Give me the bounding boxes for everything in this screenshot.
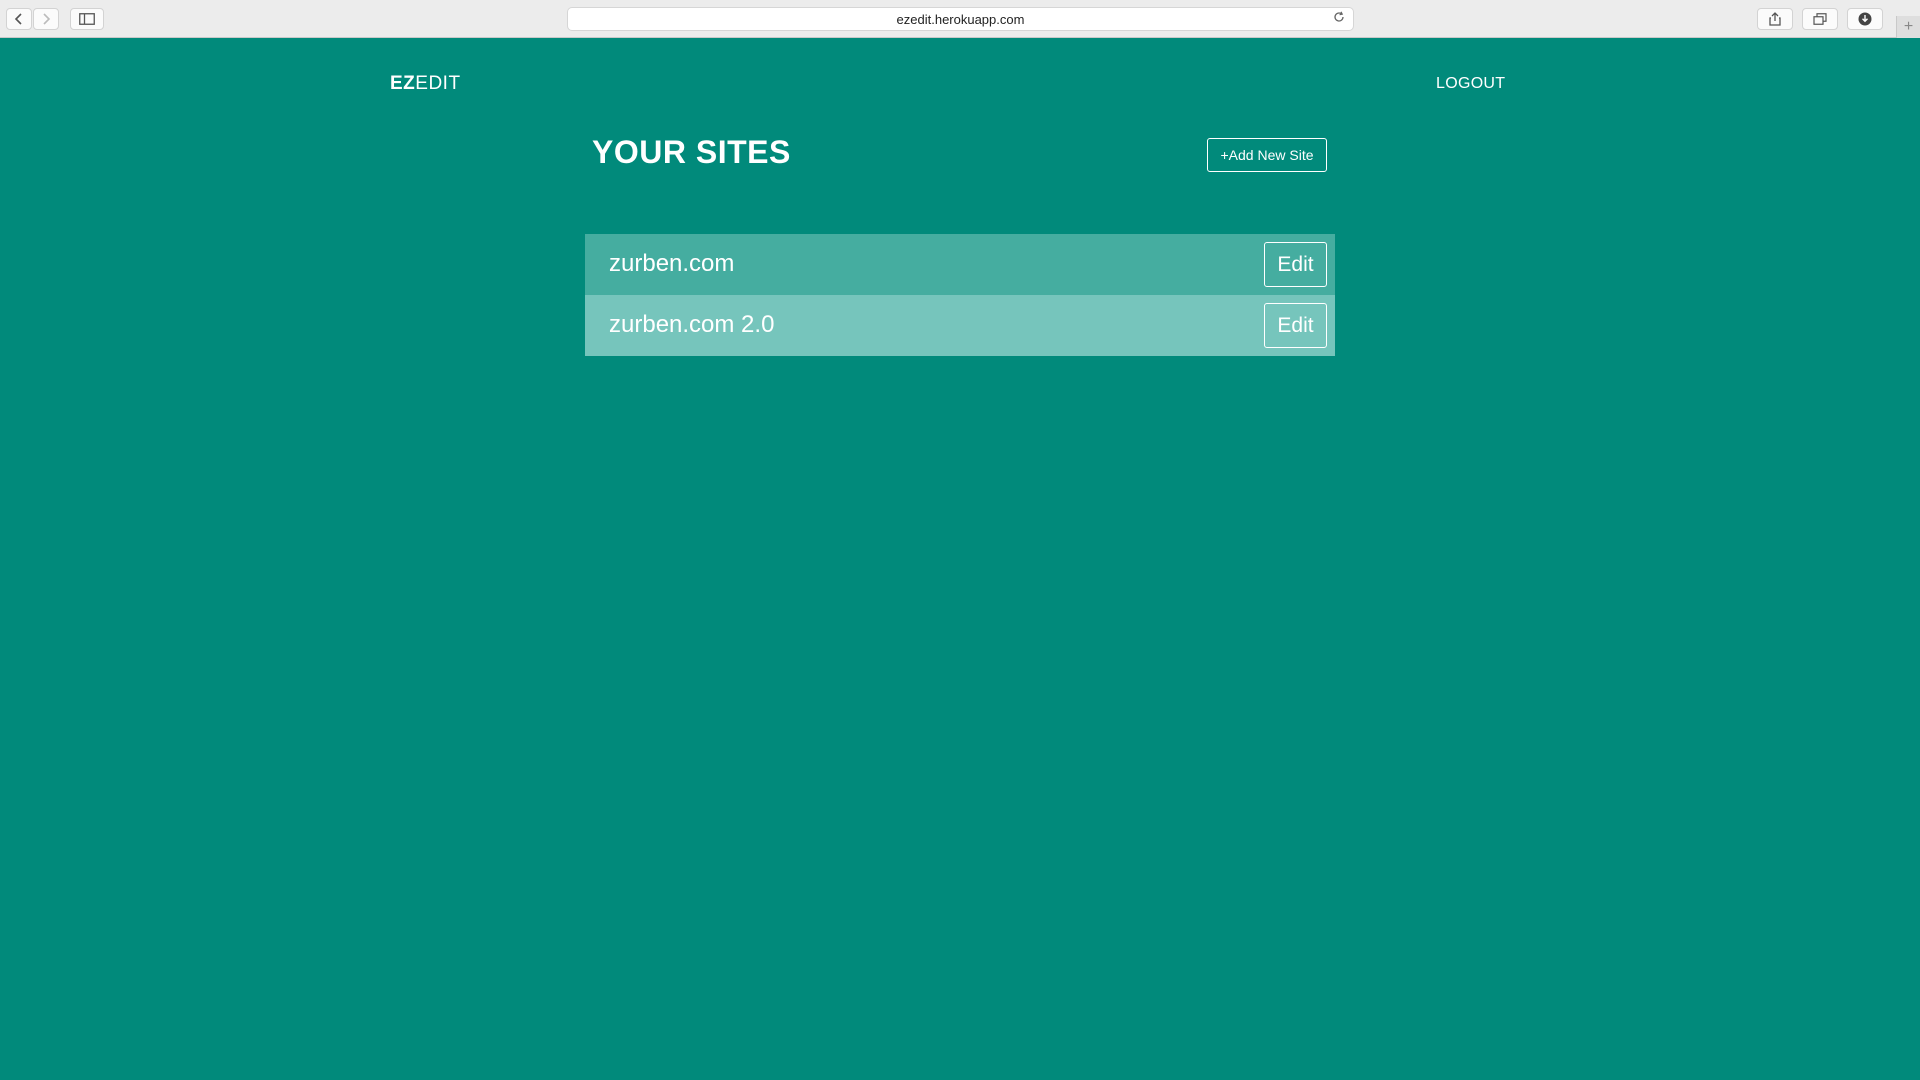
logo-bold-text: EZ bbox=[390, 73, 416, 94]
download-icon bbox=[1858, 12, 1872, 26]
url-text: ezedit.herokuapp.com bbox=[896, 12, 1025, 27]
edit-site-button[interactable]: Edit bbox=[1264, 303, 1327, 348]
chevron-right-icon bbox=[43, 13, 51, 25]
page-title: YOUR SITES bbox=[592, 134, 791, 170]
forward-button[interactable] bbox=[33, 8, 59, 30]
site-row: zurben.com 2.0 Edit bbox=[585, 295, 1335, 356]
back-button[interactable] bbox=[6, 8, 32, 30]
tabs-overview-button[interactable] bbox=[1802, 8, 1838, 30]
site-name: zurben.com 2.0 bbox=[609, 311, 775, 338]
edit-site-button[interactable]: Edit bbox=[1264, 242, 1327, 287]
add-new-site-button[interactable]: +Add New Site bbox=[1207, 138, 1327, 172]
reload-icon[interactable] bbox=[1333, 11, 1345, 26]
app-logo[interactable]: EZEDIT bbox=[390, 73, 461, 95]
downloads-button[interactable] bbox=[1847, 8, 1883, 30]
site-list: zurben.com Edit zurben.com 2.0 Edit bbox=[585, 234, 1335, 356]
site-row: zurben.com Edit bbox=[585, 234, 1335, 295]
browser-toolbar: ezedit.herokuapp.com + bbox=[0, 0, 1920, 38]
logout-link[interactable]: LOGOUT bbox=[1436, 75, 1505, 93]
tabs-icon bbox=[1813, 13, 1827, 25]
chevron-left-icon bbox=[14, 13, 22, 25]
address-bar[interactable]: ezedit.herokuapp.com bbox=[567, 7, 1354, 31]
sidebar-icon bbox=[79, 13, 95, 25]
share-icon bbox=[1769, 12, 1781, 26]
plus-icon: + bbox=[1903, 18, 1914, 35]
share-button[interactable] bbox=[1757, 8, 1793, 30]
sidebar-toggle-button[interactable] bbox=[70, 8, 104, 30]
site-name: zurben.com bbox=[609, 250, 735, 277]
new-tab-button[interactable]: + bbox=[1896, 16, 1920, 38]
logo-rest-text: EDIT bbox=[415, 73, 461, 94]
